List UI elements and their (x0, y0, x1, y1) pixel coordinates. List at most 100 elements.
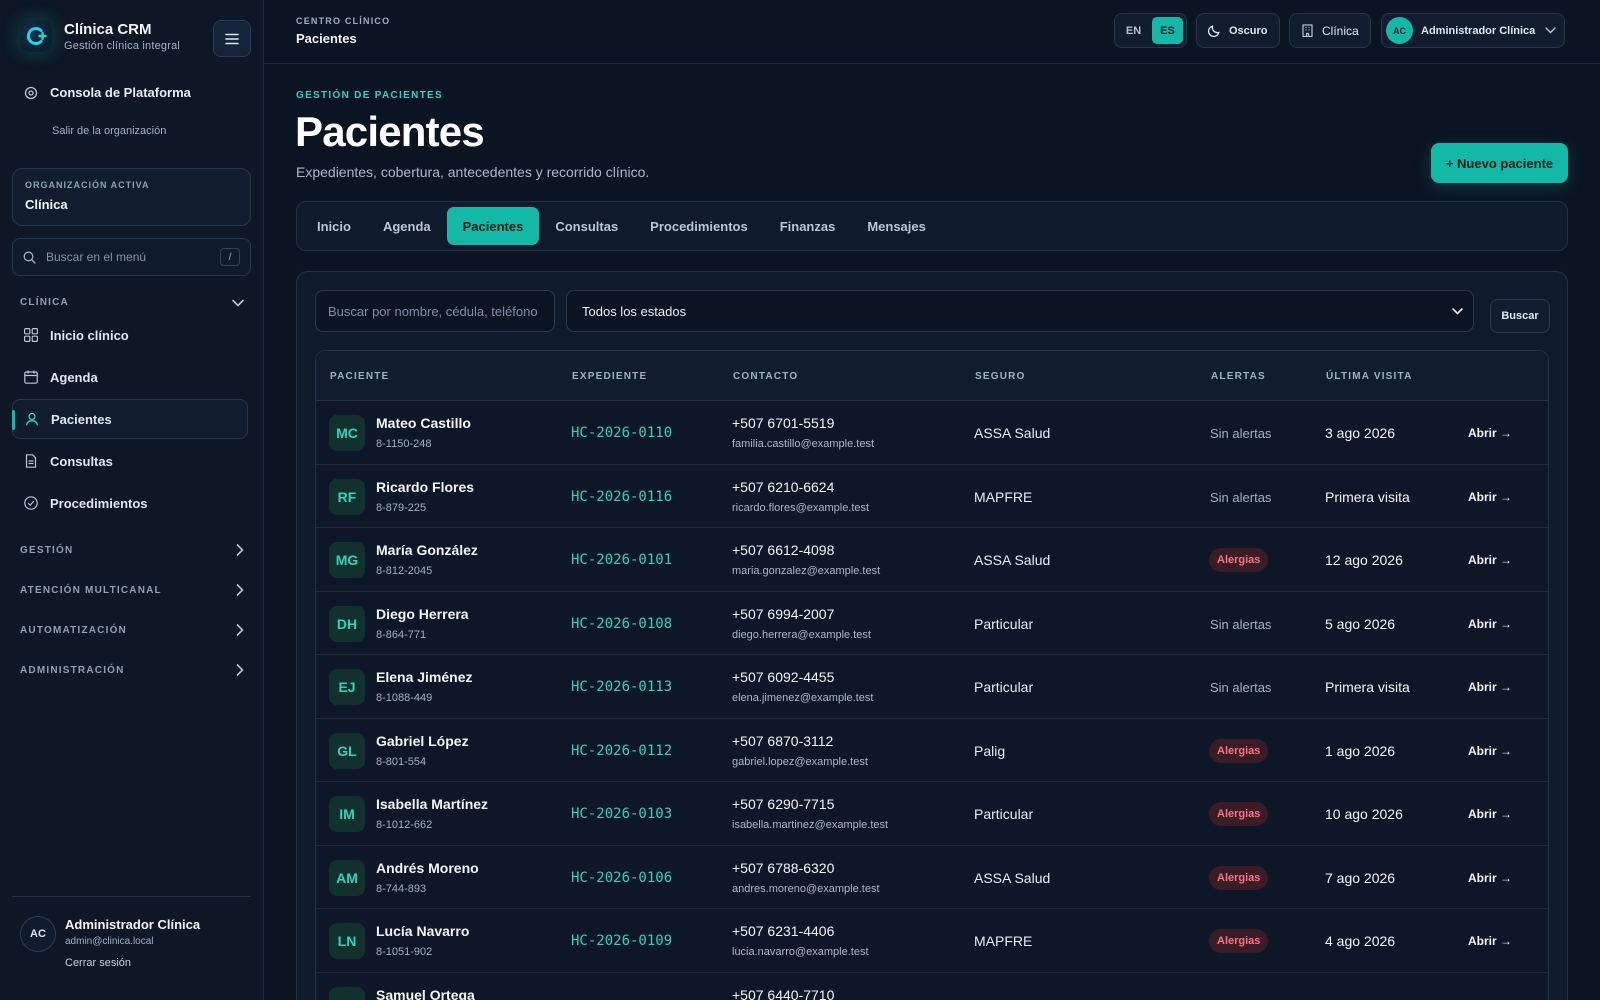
org-label: Clínica (1322, 23, 1359, 38)
chevron-right-icon (236, 544, 244, 556)
sidebar-item-inicio-clinico[interactable]: Inicio clínico (12, 315, 248, 355)
contact-email: maria.gonzalez@example.test (732, 565, 881, 577)
page-eyebrow: GESTIÓN DE PACIENTES (296, 90, 443, 101)
insurance: MAPFRE (974, 933, 1033, 949)
section-gestion[interactable]: GESTIÓN (20, 544, 244, 556)
insurance: Palig (974, 742, 1006, 759)
sidebar-item-label: Consultas (50, 453, 113, 469)
insurance: Particular (974, 679, 1034, 695)
patient-name[interactable]: Lucía Navarro (376, 923, 469, 939)
leave-org-link[interactable]: Salir de la organización (52, 125, 166, 137)
open-patient-link[interactable]: Abrir → (1468, 490, 1512, 504)
tab-agenda[interactable]: Agenda (367, 207, 447, 245)
alert-badge: Alergias (1209, 738, 1269, 763)
sidebar-item-label: Pacientes (51, 411, 112, 427)
col-header-expediente[interactable]: EXPEDIENTE (572, 371, 647, 382)
record-number: HC-2026-0116 (571, 488, 673, 505)
active-org-value: Clínica (25, 197, 68, 212)
lang-en-button[interactable]: EN (1118, 17, 1149, 44)
patient-id: 8-1012-662 (376, 819, 433, 831)
patient-name[interactable]: Isabella Martínez (376, 796, 488, 812)
tab-finanzas[interactable]: Finanzas (764, 207, 852, 245)
topbar: CENTRO CLÍNICO Pacientes EN ES Oscuro Cl… (264, 0, 1600, 64)
table-row[interactable]: LN Lucía Navarro 8-1051-902 HC-2026-0109 +50… (316, 909, 1548, 973)
section-clinica[interactable]: CLÍNICA (20, 297, 244, 308)
record-number: HC-2026-0109 (571, 933, 673, 949)
sidebar-item-label: Procedimientos (50, 495, 148, 511)
status-filter-select[interactable]: Todos los estados (566, 290, 1474, 332)
patient-id: 8-801-554 (376, 755, 427, 768)
search-button[interactable]: Buscar (1490, 299, 1550, 333)
patient-avatar: EJ (329, 669, 365, 705)
open-patient-link[interactable]: Abrir → (1468, 426, 1512, 440)
patient-name[interactable]: Ricardo Flores (376, 479, 474, 495)
active-org-label: ORGANIZACIÓN ACTIVA (25, 180, 150, 190)
org-switch-button[interactable]: Clínica (1289, 13, 1371, 48)
active-org-box[interactable]: ORGANIZACIÓN ACTIVA Clínica (12, 168, 251, 226)
avatar: AC (1386, 17, 1413, 44)
patient-name[interactable]: Andrés Moreno (376, 860, 479, 876)
chevron-down-icon (1545, 27, 1556, 34)
patient-avatar: RF (329, 478, 365, 515)
patient-id: 8-812-2045 (376, 565, 433, 577)
sidebar-item-consultas[interactable]: Consultas (12, 441, 248, 481)
patient-search-input[interactable] (315, 290, 555, 332)
open-patient-link[interactable]: Abrir → (1468, 871, 1512, 885)
tab-consultas[interactable]: Consultas (539, 207, 634, 245)
open-patient-link[interactable]: Abrir → (1468, 680, 1512, 694)
lang-es-button[interactable]: ES (1152, 17, 1183, 44)
table-row[interactable]: DH Diego Herrera 8-864-771 HC-2026-0108 +507… (316, 592, 1548, 655)
table-header: PACIENTE EXPEDIENTE CONTACTO SEGURO ALER… (316, 351, 1548, 401)
contact-phone: +507 6870-3112 (732, 732, 834, 749)
moon-icon (1208, 25, 1220, 37)
insurance: Particular (974, 806, 1034, 822)
col-header-paciente[interactable]: PACIENTE (330, 371, 389, 382)
chevron-down-icon (232, 299, 244, 307)
open-patient-link[interactable]: Abrir → (1468, 807, 1512, 821)
new-patient-button[interactable]: + Nuevo paciente (1431, 143, 1568, 183)
tab-mensajes[interactable]: Mensajes (851, 207, 942, 245)
patient-name[interactable]: Mateo Castillo (376, 415, 471, 431)
table-row[interactable]: AM Andrés Moreno 8-744-893 HC-2026-0106 +507… (316, 846, 1548, 909)
table-row[interactable]: RF Ricardo Flores 8-879-225 HC-2026-0116 +50… (316, 465, 1548, 528)
menu-toggle-button[interactable] (213, 20, 251, 57)
table-row[interactable]: GL Gabriel López 8-801-554 HC-2026-0112 +507… (316, 719, 1548, 782)
table-row[interactable]: MC Mateo Castillo 8-1150-248 HC-2026-0110 +5… (316, 401, 1548, 465)
open-patient-link[interactable]: Abrir → (1468, 553, 1512, 567)
platform-console-link[interactable]: Consola de Plataforma (24, 85, 191, 100)
tab-inicio[interactable]: Inicio (301, 207, 367, 245)
patient-name[interactable]: Diego Herrera (376, 606, 469, 622)
section-automatizacion[interactable]: AUTOMATIZACIÓN (20, 624, 244, 636)
section-administracion[interactable]: ADMINISTRACIÓN (20, 664, 244, 676)
menu-search-input[interactable] (46, 250, 220, 264)
patient-name[interactable]: María González (376, 542, 478, 558)
col-header-seguro[interactable]: SEGURO (975, 371, 1026, 382)
open-patient-link[interactable]: Abrir → (1468, 744, 1512, 758)
table-row[interactable]: SO Samuel Ortega +507 6440-7710 (316, 973, 1548, 1000)
tab-procedimientos[interactable]: Procedimientos (634, 207, 764, 245)
logout-link[interactable]: Cerrar sesión (65, 957, 200, 969)
sidebar-item-pacientes[interactable]: Pacientes (12, 399, 248, 439)
sidebar-item-procedimientos[interactable]: Procedimientos (12, 483, 248, 523)
table-row[interactable]: MG María González 8-812-2045 HC-2026-0101 +5… (316, 528, 1548, 592)
table-row[interactable]: IM Isabella Martínez 8-1012-662 HC-2026-010… (316, 782, 1548, 846)
user-menu-button[interactable]: AC Administrador Clínica (1381, 13, 1566, 48)
open-patient-link[interactable]: Abrir → (1468, 617, 1512, 631)
patient-name[interactable]: Elena Jiménez (376, 669, 473, 685)
section-atencion-multicanal[interactable]: ATENCIÓN MULTICANAL (20, 584, 244, 596)
col-header-alertas[interactable]: ALERTAS (1211, 371, 1266, 382)
brand[interactable]: Clínica CRM Gestión clínica integral (20, 20, 180, 52)
tab-pacientes[interactable]: Pacientes (446, 207, 540, 245)
table-row[interactable]: EJ Elena Jiménez 8-1088-449 HC-2026-0113 +50… (316, 655, 1548, 719)
patient-name[interactable]: Gabriel López (376, 733, 469, 749)
theme-toggle-button[interactable]: Oscuro (1196, 13, 1280, 48)
col-header-contacto[interactable]: CONTACTO (733, 371, 798, 382)
breadcrumb-page: Pacientes (296, 31, 357, 46)
user-menu-name: Administrador Clínica (1421, 24, 1536, 37)
col-header-ultima-visita[interactable]: ÚLTIMA VISITA (1326, 371, 1413, 382)
insurance: ASSA Salud (974, 552, 1051, 568)
brand-subtitle: Gestión clínica integral (64, 39, 181, 52)
open-patient-link[interactable]: Abrir → (1468, 934, 1512, 948)
patient-name[interactable]: Samuel Ortega (376, 987, 475, 1000)
sidebar-item-agenda[interactable]: Agenda (12, 357, 248, 397)
